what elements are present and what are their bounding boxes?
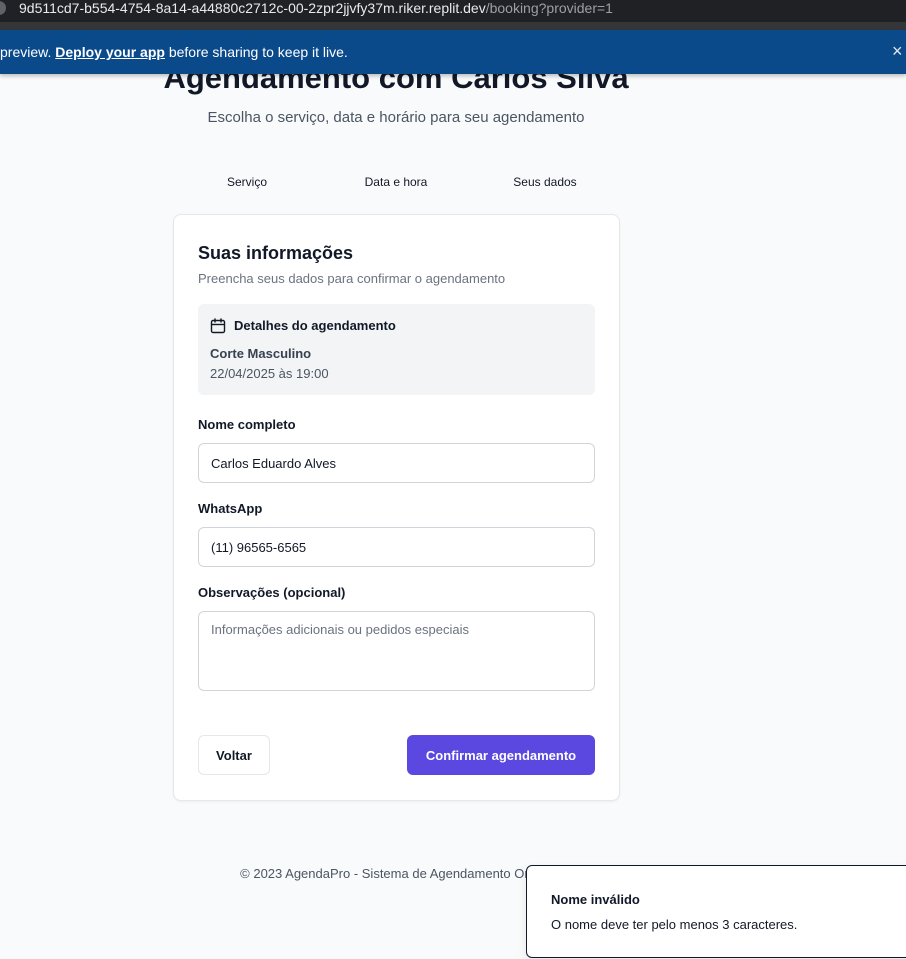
whatsapp-input[interactable] (198, 527, 595, 567)
toast-description: O nome deve ter pelo menos 3 caracteres. (551, 917, 798, 932)
name-input[interactable] (198, 443, 595, 483)
step-service: Serviço (226, 175, 267, 189)
banner-close-icon[interactable]: × (892, 40, 906, 62)
notes-label: Observações (opcional) (198, 585, 346, 600)
banner-text: preview. Deploy your app before sharing … (0, 44, 348, 60)
name-label: Nome completo (198, 417, 296, 432)
whatsapp-label: WhatsApp (198, 501, 263, 516)
card-description: Preencha seus dados para confirmar o age… (198, 271, 506, 286)
browser-divider (0, 22, 906, 30)
page-subtitle: Escolha o serviço, data e horário para s… (207, 109, 585, 126)
deploy-link[interactable]: Deploy your app (55, 44, 165, 60)
error-toast[interactable]: Nome inválido O nome deve ter pelo menos… (526, 865, 906, 958)
card-title: Suas informações (198, 243, 354, 263)
details-datetime: 22/04/2025 às 19:00 (210, 366, 329, 381)
url-text[interactable]: 9d511cd7-b554-4754-8a14-a44880c2712c-00-… (19, 0, 613, 16)
browser-address-bar[interactable]: 9d511cd7-b554-4754-8a14-a44880c2712c-00-… (0, 0, 906, 22)
step-your-details: Seus dados (513, 175, 577, 189)
confirm-booking-button[interactable]: Confirmar agendamento (407, 735, 595, 775)
notes-textarea[interactable] (198, 611, 595, 691)
site-info-icon[interactable] (0, 1, 6, 15)
step-date-time: Data e hora (364, 175, 428, 189)
booking-details-box: Detalhes do agendamento Corte Masculino … (198, 304, 595, 395)
booking-form-card: Suas informações Preencha seus dados par… (173, 214, 620, 801)
calendar-icon (210, 318, 226, 334)
details-title: Detalhes do agendamento (234, 318, 396, 333)
details-service: Corte Masculino (210, 346, 312, 361)
back-button[interactable]: Voltar (198, 735, 270, 775)
booking-steps: Serviço Data e hora Seus dados (173, 175, 619, 193)
replit-preview-banner: preview. Deploy your app before sharing … (0, 30, 906, 74)
toast-title: Nome inválido (551, 892, 640, 907)
